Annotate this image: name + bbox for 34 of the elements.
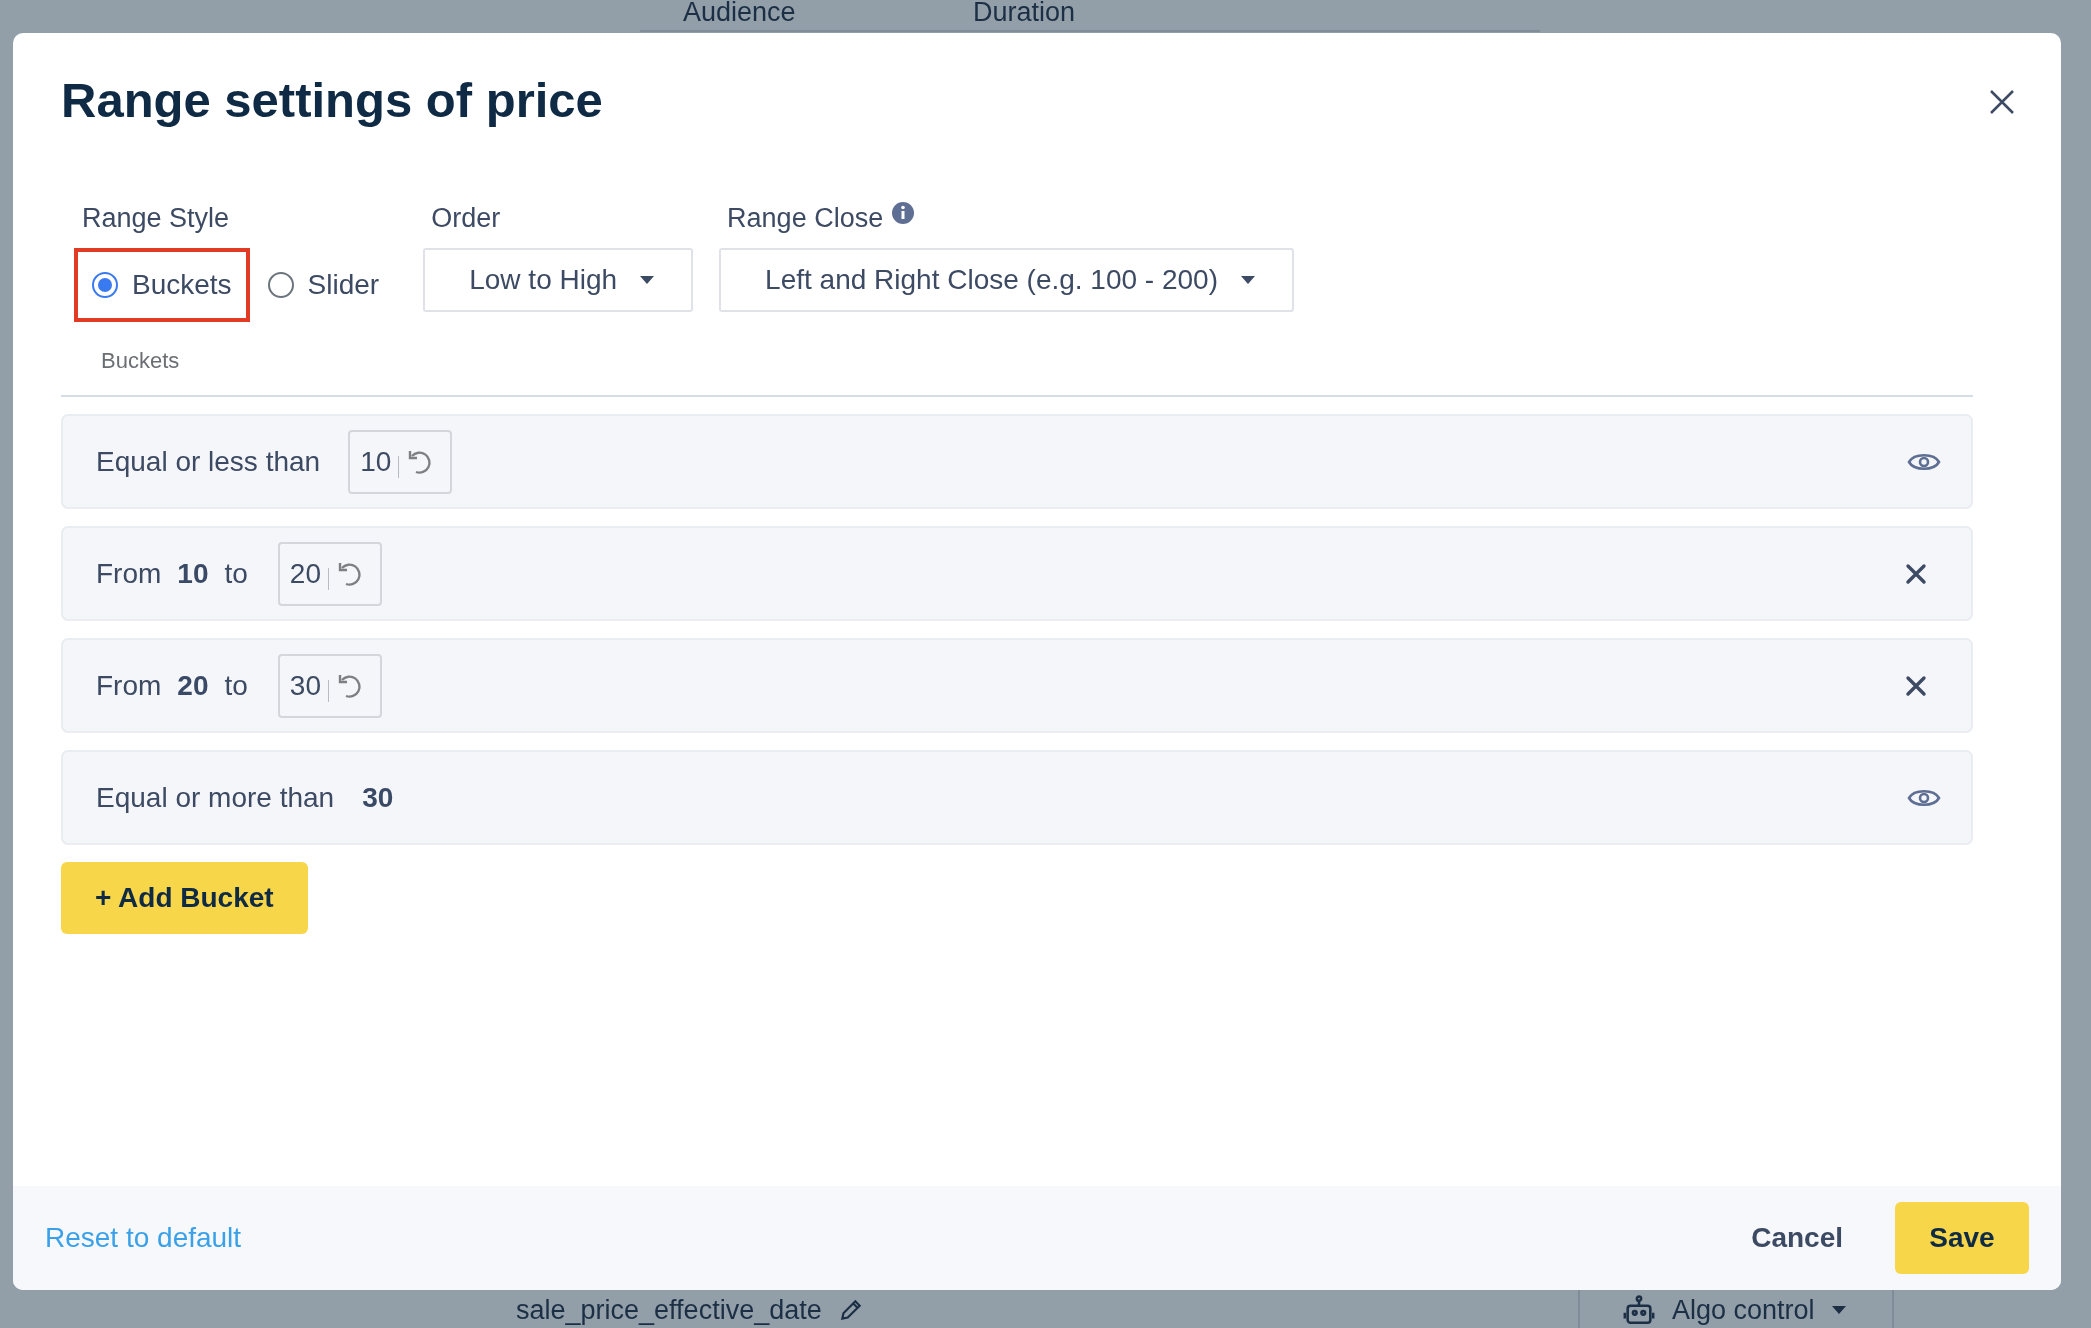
bucket-label: Equal or more than (96, 780, 335, 815)
bucket-from: 20 (177, 668, 209, 703)
caret-icon (1240, 275, 1256, 286)
radio-option[interactable]: Buckets (74, 248, 250, 323)
bucket-label: to (224, 668, 248, 703)
delete-icon[interactable] (1905, 562, 1927, 585)
column-header: Duration (973, 0, 1076, 29)
bucket-value: 30 (362, 780, 394, 815)
info-icon (891, 201, 916, 226)
save-button[interactable]: Save (1895, 1202, 2029, 1274)
range-close-dropdown[interactable]: Left and Right Close (e.g. 100 - 200) (719, 248, 1294, 313)
value-field[interactable]: 30 (277, 653, 382, 718)
dialog-title: Range settings of price (61, 72, 604, 129)
add-bucket-button[interactable]: + Add Bucket (61, 862, 308, 935)
caret-icon (639, 275, 656, 286)
value-field[interactable]: 20 (277, 541, 382, 606)
field-label: Range Close (727, 201, 884, 235)
radio-option[interactable]: Slider (249, 248, 398, 323)
field-name: sale_price_effective_date (516, 1294, 822, 1327)
algo-control-dropdown[interactable]: Algo control (1622, 1290, 1847, 1328)
section-label: Buckets (61, 322, 1973, 398)
cancel-button[interactable]: Cancel (1745, 1216, 1849, 1260)
value-field[interactable]: 10 (348, 429, 453, 494)
order-dropdown[interactable]: Low to High (423, 248, 694, 313)
bucket-label: From (96, 668, 162, 703)
bucket-label: Equal or less than (96, 444, 321, 479)
caret-icon (1830, 1305, 1847, 1316)
field-label: Range Style (81, 201, 231, 235)
column-header: Audience (683, 0, 796, 29)
bucket-label: to (224, 556, 248, 591)
bucket-from: 10 (177, 556, 209, 591)
bucket-label: From (96, 556, 162, 591)
delete-icon[interactable] (1905, 674, 1927, 697)
field-label: Order (431, 201, 501, 235)
